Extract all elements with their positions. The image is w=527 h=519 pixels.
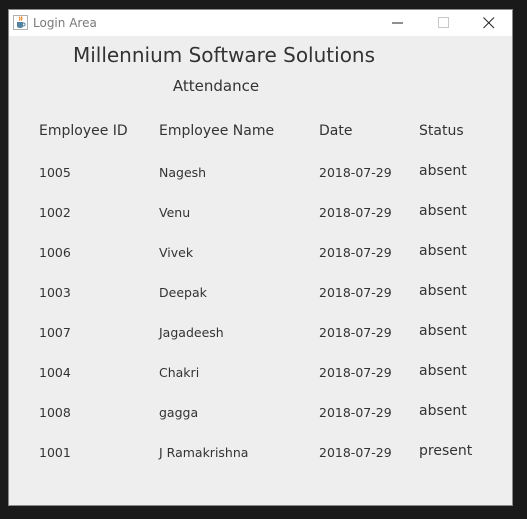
- attendance-date: 2018-07-29: [319, 325, 392, 340]
- employee-name: Vivek: [159, 245, 194, 260]
- employee-name: Jagadeesh: [159, 325, 224, 340]
- attendance-subtitle: Attendance: [172, 77, 260, 95]
- attendance-status: absent: [419, 243, 467, 259]
- java-cup-icon: [13, 15, 28, 30]
- employee-name: J Ramakrishna: [159, 445, 249, 460]
- attendance-date: 2018-07-29: [319, 445, 392, 460]
- attendance-date: 2018-07-29: [319, 165, 392, 180]
- employee-id: 1006: [39, 245, 71, 260]
- attendance-status: absent: [419, 203, 467, 219]
- attendance-status: present: [419, 443, 473, 459]
- employee-id: 1004: [39, 365, 71, 380]
- employee-name: Nagesh: [159, 165, 207, 180]
- employee-id: 1005: [39, 165, 71, 180]
- maximize-icon: [438, 17, 449, 28]
- close-icon: [483, 17, 495, 29]
- minimize-button[interactable]: [375, 10, 421, 36]
- employee-name: Chakri: [159, 365, 200, 380]
- attendance-status: absent: [419, 403, 467, 419]
- attendance-date: 2018-07-29: [319, 245, 392, 260]
- app-window: Login Area Millennium Software Solutions…: [8, 9, 513, 506]
- employee-id: 1008: [39, 405, 71, 420]
- employee-id: 1007: [39, 325, 71, 340]
- attendance-date: 2018-07-29: [319, 405, 392, 420]
- employee-name: Venu: [159, 205, 191, 220]
- column-header-employee-id: Employee ID: [39, 123, 128, 139]
- attendance-date: 2018-07-29: [319, 365, 392, 380]
- employee-id: 1001: [39, 445, 71, 460]
- attendance-status: absent: [419, 163, 467, 179]
- employee-name: gagga: [159, 405, 199, 420]
- minimize-icon: [392, 22, 403, 24]
- column-header-status: Status: [419, 123, 464, 139]
- company-title: Millennium Software Solutions: [72, 43, 376, 67]
- column-header-date: Date: [319, 123, 353, 139]
- employee-id: 1003: [39, 285, 71, 300]
- column-header-employee-name: Employee Name: [159, 123, 275, 139]
- attendance-status: absent: [419, 323, 467, 339]
- title-bar[interactable]: Login Area: [9, 10, 512, 36]
- employee-id: 1002: [39, 205, 71, 220]
- attendance-date: 2018-07-29: [319, 285, 392, 300]
- close-button[interactable]: [466, 10, 512, 36]
- attendance-status: absent: [419, 283, 467, 299]
- maximize-button[interactable]: [421, 10, 467, 36]
- employee-name: Deepak: [159, 285, 207, 300]
- window-title: Login Area: [33, 16, 97, 30]
- attendance-date: 2018-07-29: [319, 205, 392, 220]
- attendance-status: absent: [419, 363, 467, 379]
